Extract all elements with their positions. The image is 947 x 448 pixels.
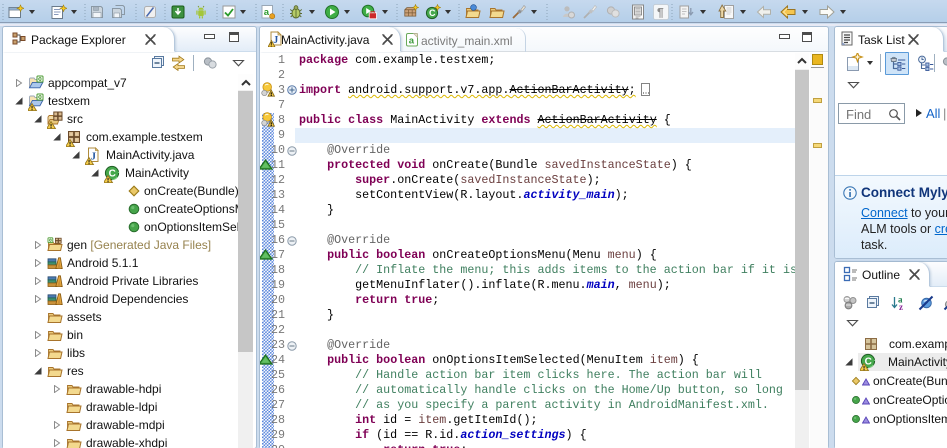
svg-text:a: a bbox=[409, 36, 415, 47]
svg-text:a: a bbox=[264, 7, 270, 18]
svg-text:z: z bbox=[899, 302, 903, 311]
svg-text:J: J bbox=[273, 35, 278, 46]
svg-text:¶: ¶ bbox=[657, 6, 664, 20]
svg-text:C: C bbox=[429, 8, 436, 18]
svg-text:!: ! bbox=[270, 43, 272, 48]
